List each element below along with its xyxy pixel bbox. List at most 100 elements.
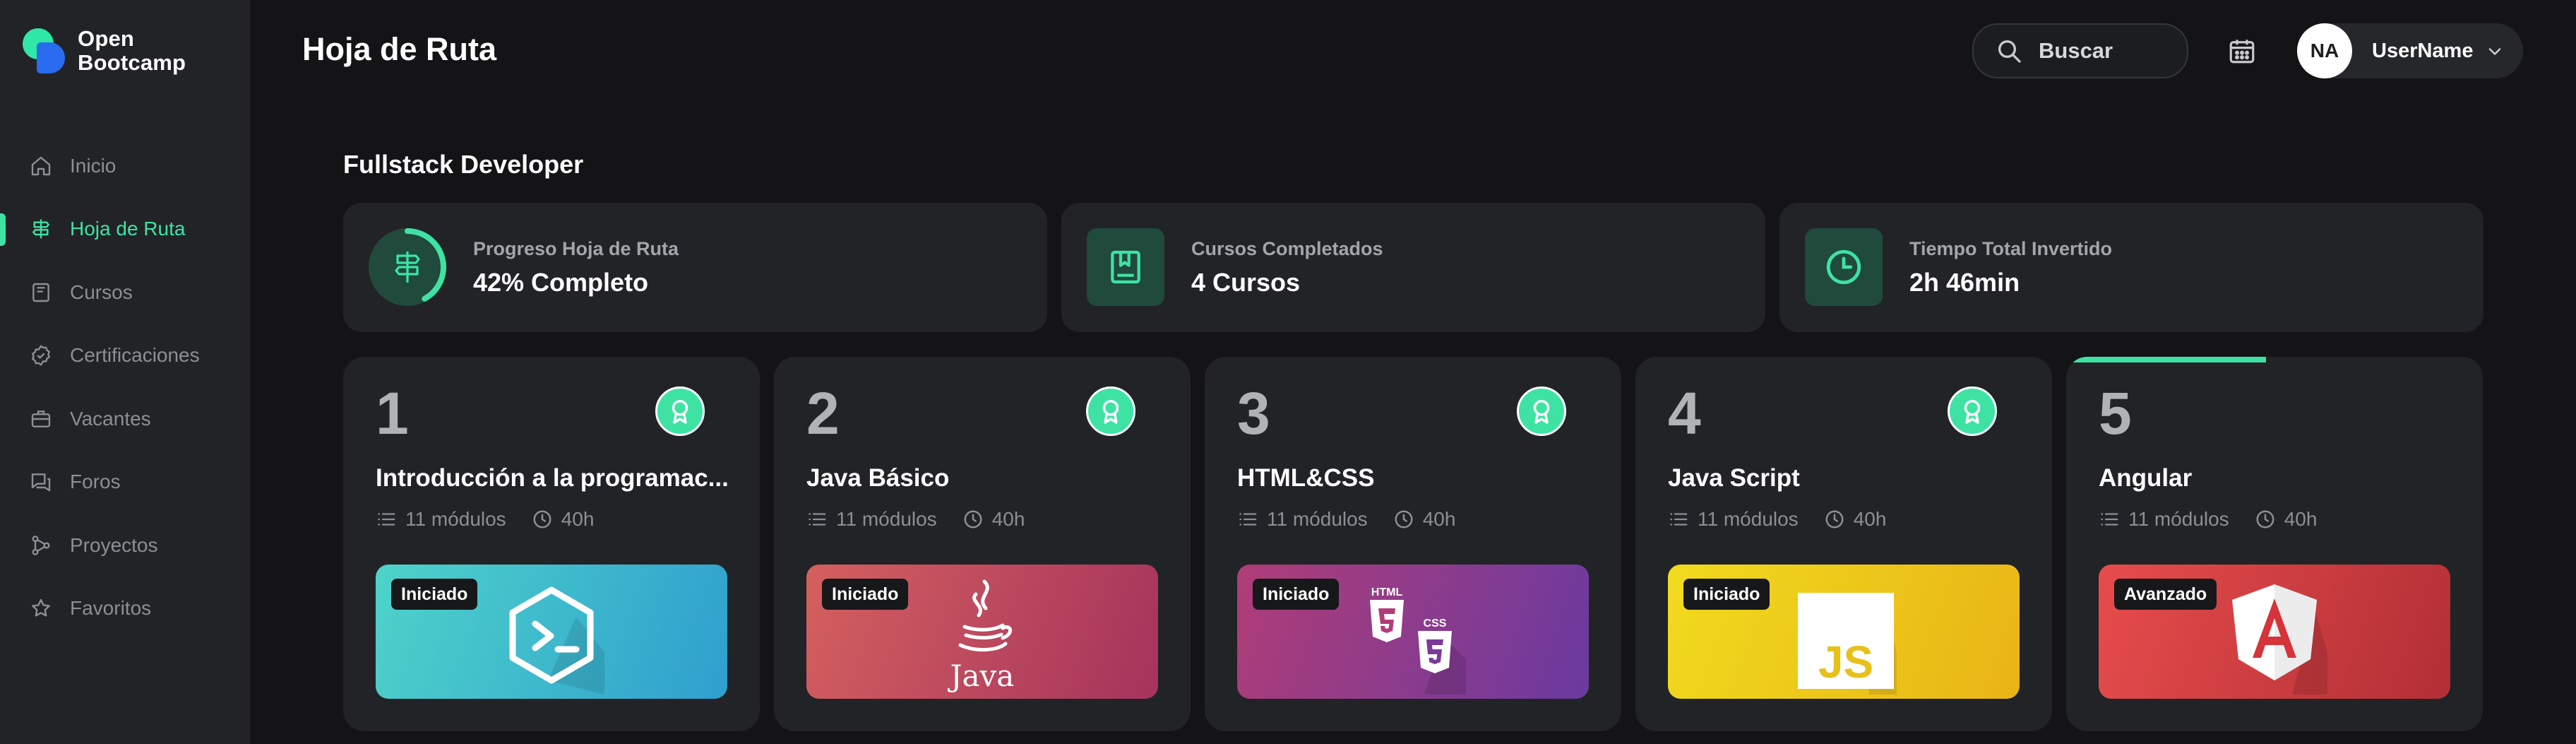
sidebar-item-label: Hoja de Ruta	[70, 218, 186, 240]
sidebar: Open Bootcamp Inicio Hoja de Ruta Cursos	[0, 0, 250, 744]
course-modules: 11 módulos	[405, 508, 506, 530]
user-name: UserName	[2372, 39, 2474, 62]
course-card[interactable]: 2 Java Básico 11 módulos 40h Iniciado Ja…	[774, 357, 1191, 731]
course-banner: Iniciado HTML CSS	[1237, 565, 1589, 699]
course-hours: 40h	[1853, 508, 1887, 530]
list-icon	[2101, 513, 2118, 526]
calendar-icon[interactable]	[2227, 36, 2257, 66]
list-icon	[378, 513, 395, 526]
brand-name: Open Bootcamp	[78, 26, 186, 75]
stat-value: 42% Completo	[473, 268, 649, 297]
course-number: 1	[376, 380, 409, 447]
clock-icon	[1805, 228, 1883, 306]
course-card[interactable]: 3 HTML&CSS 11 módulos 40h Iniciado HTML …	[1205, 357, 1621, 731]
course-progress-bar	[2066, 357, 2267, 362]
js-logo-text: JS	[1818, 637, 1873, 687]
course-title: Introducción a la programac...	[376, 464, 729, 492]
sidebar-item-label: Foros	[70, 471, 121, 493]
course-meta: 11 módulos 40h	[806, 508, 1025, 531]
star-icon	[28, 596, 54, 621]
clock-icon	[1825, 510, 1844, 529]
stat-label: Tiempo Total Invertido	[1909, 238, 2113, 259]
chevron-down-icon	[2488, 48, 2501, 55]
signpost-icon	[28, 216, 54, 242]
search-placeholder: Buscar	[2039, 38, 2113, 63]
search-icon	[1998, 40, 2021, 63]
course-modules: 11 módulos	[2128, 508, 2229, 530]
sidebar-item-vacantes[interactable]: Vacantes	[0, 387, 250, 451]
course-title: Java Script	[1668, 464, 1800, 492]
stat-label: Cursos Completados	[1191, 238, 1383, 259]
stat-time-card: Tiempo Total Invertido 2h 46min	[1779, 203, 2483, 332]
course-modules: 11 módulos	[836, 508, 937, 530]
award-icon	[655, 386, 705, 436]
java-logo-text: Java	[948, 659, 1015, 693]
course-meta: 11 módulos 40h	[376, 508, 594, 531]
sidebar-item-cursos[interactable]: Cursos	[0, 261, 250, 324]
course-level-badge: Iniciado	[822, 579, 909, 610]
course-meta: 11 módulos 40h	[1237, 508, 1455, 531]
course-level-badge: Iniciado	[1683, 579, 1770, 610]
sidebar-item-proyectos[interactable]: Proyectos	[0, 514, 250, 577]
sidebar-item-certificaciones[interactable]: Certificaciones	[0, 324, 250, 388]
clock-icon	[533, 510, 551, 529]
brand-logo[interactable]: Open Bootcamp	[21, 24, 186, 76]
html-logo-text: HTML	[1371, 586, 1403, 598]
course-level-badge: Iniciado	[391, 579, 478, 610]
course-hours: 40h	[561, 508, 595, 530]
sidebar-item-foros[interactable]: Foros	[0, 451, 250, 514]
avatar: NA	[2297, 23, 2352, 78]
javascript-logo-icon: JS	[1798, 593, 1897, 695]
home-icon	[28, 153, 54, 179]
logo-mark-icon	[21, 25, 65, 75]
course-card[interactable]: 5 Angular 11 módulos 40h Avanzado	[2066, 357, 2483, 731]
angular-logo-icon	[2232, 584, 2327, 695]
course-number: 4	[1668, 380, 1701, 447]
course-banner: Avanzado	[2099, 565, 2450, 699]
list-icon	[1239, 513, 1257, 526]
stat-label: Progreso Hoja de Ruta	[473, 238, 679, 259]
award-icon	[1086, 386, 1135, 436]
course-title: HTML&CSS	[1237, 464, 1375, 492]
course-hours: 40h	[991, 508, 1025, 530]
user-menu[interactable]: NA UserName	[2297, 23, 2523, 78]
book-icon	[1087, 228, 1164, 306]
book-icon	[28, 280, 54, 305]
stat-courses-card: Cursos Completados 4 Cursos	[1061, 203, 1765, 332]
java-logo-icon: Java	[948, 579, 1015, 693]
stat-value: 2h 46min	[1909, 268, 2020, 297]
course-title: Angular	[2099, 464, 2193, 492]
clock-icon	[1395, 510, 1413, 529]
sidebar-item-inicio[interactable]: Inicio	[0, 134, 250, 198]
roadmap-title: Fullstack Developer	[343, 150, 584, 179]
sidebar-item-favoritos[interactable]: Favoritos	[0, 577, 250, 641]
course-modules: 11 módulos	[1698, 508, 1799, 530]
sidebar-item-hoja-de-ruta[interactable]: Hoja de Ruta	[0, 198, 250, 261]
clock-icon	[964, 510, 982, 529]
sidebar-item-label: Cursos	[70, 281, 133, 303]
css-logo-text: CSS	[1424, 618, 1447, 630]
list-icon	[1670, 513, 1688, 526]
course-banner: Iniciado Java	[806, 565, 1158, 699]
list-icon	[809, 513, 826, 526]
course-number: 3	[1237, 380, 1270, 447]
course-card[interactable]: 1 Introducción a la programac... 11 módu…	[343, 357, 760, 731]
course-banner: Iniciado	[376, 565, 727, 699]
certificate-icon	[28, 343, 54, 368]
search-input[interactable]: Buscar	[1972, 23, 2188, 78]
course-card[interactable]: 4 Java Script 11 módulos 40h Iniciado JS	[1635, 357, 2052, 731]
terminal-icon	[509, 586, 604, 695]
progress-ring	[369, 228, 446, 306]
sidebar-item-label: Inicio	[70, 154, 117, 177]
award-icon	[1948, 386, 1997, 436]
course-hours: 40h	[1422, 508, 1456, 530]
award-icon	[1517, 386, 1566, 436]
sidebar-nav: Inicio Hoja de Ruta Cursos Certificacion…	[0, 134, 250, 640]
briefcase-icon	[28, 406, 54, 432]
course-meta: 11 módulos 40h	[2099, 508, 2317, 531]
course-modules: 11 módulos	[1267, 508, 1368, 530]
stat-progress-card: Progreso Hoja de Ruta 42% Completo	[343, 203, 1047, 332]
sidebar-item-label: Favoritos	[70, 597, 152, 620]
page-title: Hoja de Ruta	[302, 31, 497, 67]
course-level-badge: Avanzado	[2114, 579, 2217, 610]
